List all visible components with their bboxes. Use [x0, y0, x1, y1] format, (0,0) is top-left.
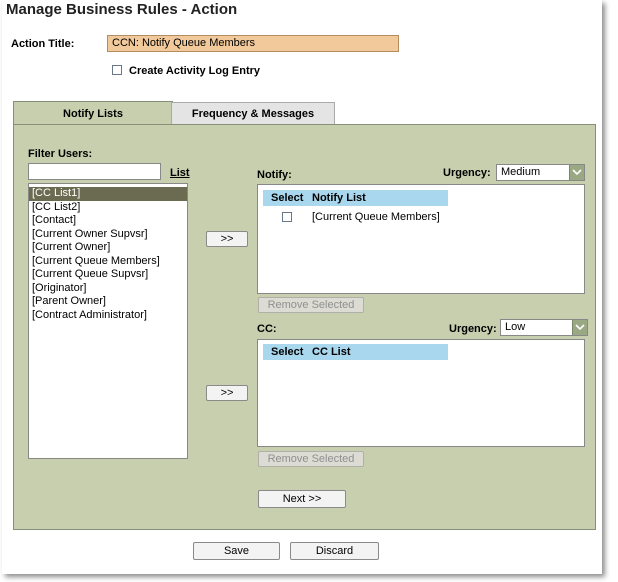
list-item[interactable]: [Current Queue Members] [29, 255, 187, 269]
list-item[interactable]: [Current Queue Supvsr] [29, 268, 187, 282]
action-title-field[interactable]: CCN: Notify Queue Members [107, 35, 399, 52]
list-link[interactable]: List [170, 167, 190, 179]
users-listbox[interactable]: [CC List1] [CC List2] [Contact] [Current… [28, 183, 188, 459]
next-button[interactable]: Next >> [258, 490, 346, 508]
notify-urgency-label: Urgency: [443, 167, 491, 179]
add-to-notify-button[interactable]: >> [206, 231, 248, 247]
cc-remove-selected-button[interactable]: Remove Selected [258, 451, 364, 467]
page-title: Manage Business Rules - Action [6, 1, 238, 18]
save-button[interactable]: Save [193, 542, 280, 560]
activity-log-checkbox[interactable] [112, 65, 122, 75]
list-item[interactable]: [Contract Administrator] [29, 309, 187, 323]
chevron-down-icon [572, 320, 587, 335]
tab-frequency-messages[interactable]: Frequency & Messages [171, 102, 335, 125]
cc-label: CC: [257, 323, 277, 335]
list-item[interactable]: [Parent Owner] [29, 295, 187, 309]
discard-button[interactable]: Discard [290, 542, 379, 560]
list-item[interactable]: [Contact] [29, 214, 187, 228]
cc-col-list: CC List [312, 346, 351, 358]
list-item[interactable]: [Originator] [29, 282, 187, 296]
add-to-cc-button[interactable]: >> [206, 385, 248, 401]
filter-users-label: Filter Users: [28, 148, 93, 160]
notify-label: Notify: [257, 169, 292, 181]
cc-col-select: Select [271, 346, 304, 358]
list-item[interactable]: [Current Owner] [29, 241, 187, 255]
chevron-down-icon [569, 165, 584, 180]
notify-urgency-value: Medium [501, 166, 541, 178]
notify-row-checkbox[interactable] [282, 212, 292, 222]
notify-row-name: [Current Queue Members] [312, 211, 440, 223]
notify-col-list: Notify List [312, 192, 366, 204]
action-title-label: Action Title: [11, 38, 75, 50]
cc-urgency-value: Low [505, 321, 526, 333]
list-item[interactable]: [CC List2] [29, 201, 187, 215]
notify-urgency-select[interactable]: Medium [496, 164, 585, 181]
notify-remove-selected-button[interactable]: Remove Selected [258, 297, 364, 313]
cc-urgency-select[interactable]: Low [500, 319, 588, 336]
tab-notify-lists[interactable]: Notify Lists [13, 101, 173, 126]
list-item[interactable]: [Current Owner Supvsr] [29, 228, 187, 242]
notify-col-select: Select [271, 192, 304, 204]
filter-users-input[interactable] [28, 163, 161, 180]
list-item[interactable]: [CC List1] [29, 187, 187, 201]
cc-urgency-label: Urgency: [449, 323, 497, 335]
activity-log-label: Create Activity Log Entry [129, 65, 261, 77]
